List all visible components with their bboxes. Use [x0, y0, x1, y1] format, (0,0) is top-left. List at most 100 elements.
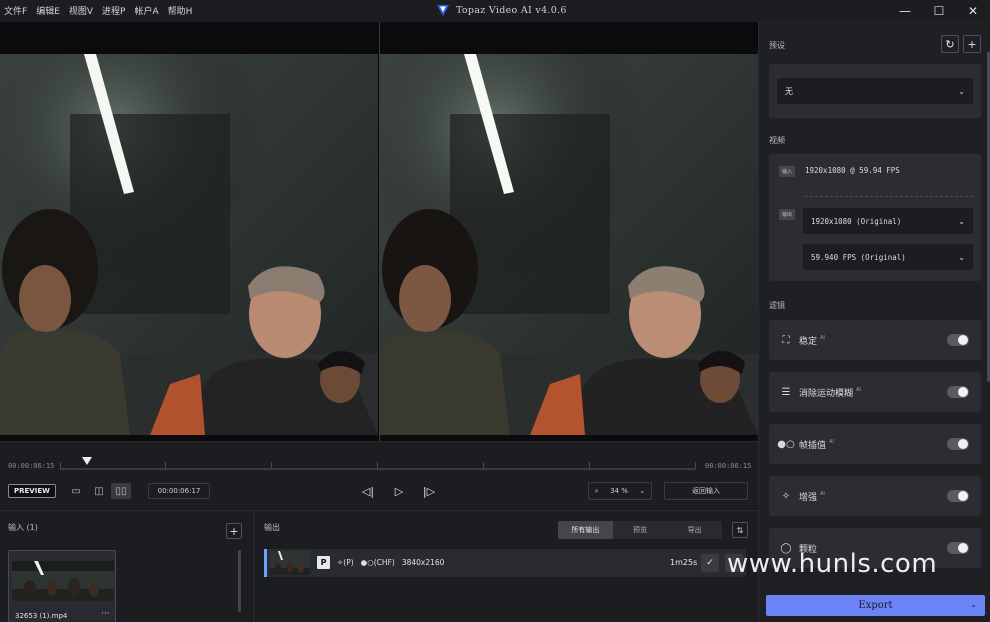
timeline-track[interactable]	[60, 468, 696, 470]
add-input-button[interactable]: +	[226, 523, 242, 539]
filter-motion-deblur[interactable]: ☰ 消除运动模糊 AI	[769, 372, 981, 412]
output-fps-value: 59.940 FPS (Original)	[811, 252, 906, 262]
output-tag: 输出	[779, 209, 795, 220]
single-view-icon: ▭	[71, 485, 81, 497]
split-view-button[interactable]: ◫	[89, 483, 109, 499]
filter-label-group: 稳定 AI	[799, 334, 825, 347]
stabilization-toggle[interactable]	[947, 334, 969, 346]
side-by-side-view-button[interactable]: ▯▯	[111, 483, 131, 499]
menu-bar: 文件F 编辑E 视图V 进程P 帐户A 帮助H	[4, 4, 192, 17]
video-viewer[interactable]	[0, 22, 758, 441]
close-button[interactable]: ✕	[956, 0, 990, 22]
output-done-button[interactable]: ✓	[701, 554, 719, 572]
output-duration: 1m25s	[670, 558, 698, 567]
prev-frame-button[interactable]: ◁|	[358, 483, 378, 499]
motion-deblur-toggle[interactable]	[947, 386, 969, 398]
playhead[interactable]	[82, 457, 92, 465]
preview-button[interactable]: PREVIEW	[8, 484, 56, 498]
original-frame	[0, 54, 378, 435]
topaz-logo-icon	[437, 5, 449, 16]
menu-view[interactable]: 视图V	[69, 4, 93, 17]
add-preset-button[interactable]: +	[963, 35, 981, 53]
input-file-name: 32653 (1).mp4	[15, 612, 68, 620]
play-button[interactable]: ▷	[389, 483, 409, 499]
output-resolution-select[interactable]: 1920x1080 (Original) ⌄	[803, 208, 973, 234]
enhancement-toggle[interactable]	[947, 490, 969, 502]
filter-enhancement[interactable]: ✧ 增强 AI	[769, 476, 981, 516]
stabilize-icon: ⛶	[782, 334, 790, 346]
chevron-down-icon: ⌄	[958, 216, 965, 226]
settings-sidebar: 预设 ↻ + 无 ⌄ 视频 输入 1920x1080 @ 59.94 FPS 输…	[758, 22, 990, 622]
tab-previews[interactable]: 预览	[613, 521, 668, 539]
filter-stabilization[interactable]: ⛶ 稳定 AI	[769, 320, 981, 360]
enhance-icon: ✧	[781, 490, 791, 502]
grain-toggle[interactable]	[947, 542, 969, 554]
zoom-select[interactable]: ⌕ 34 % ⌄	[588, 482, 652, 500]
frame-interpolation-toggle[interactable]	[947, 438, 969, 450]
output-fps-select[interactable]: 59.940 FPS (Original) ⌄	[803, 244, 973, 270]
return-to-input-button[interactable]: 返回输入	[664, 482, 748, 500]
tab-all-outputs[interactable]: 所有输出	[558, 521, 613, 539]
current-time-field[interactable]: 00:00:06:17	[148, 483, 210, 499]
next-frame-button[interactable]: |▷	[419, 483, 439, 499]
window-controls: — ☐ ✕	[888, 0, 990, 22]
outputs-title: 输出	[264, 523, 280, 532]
input-file-card[interactable]: 32653 (1).mp4 ···	[8, 550, 116, 622]
chevron-down-icon: ⌄	[639, 487, 646, 495]
filter-frame-interpolation[interactable]: ●○ 帧插值 AI	[769, 424, 981, 464]
input-more-button[interactable]: ···	[101, 609, 110, 619]
frame-interpolation-icon: ●○	[777, 438, 795, 450]
check-icon: ✓	[706, 558, 714, 568]
inputs-panel: 输入 (1) + 32653 (1).mp4 ···	[0, 510, 252, 622]
filter-label-group: 消除运动模糊 AI	[799, 386, 861, 399]
preset-select[interactable]: 无 ⌄	[777, 78, 973, 104]
end-timecode: 00:00:06:15	[705, 462, 752, 470]
maximize-button[interactable]: ☐	[922, 0, 956, 22]
input-thumbnail	[12, 561, 114, 601]
ai-tag: AI	[829, 439, 834, 445]
chevron-down-icon[interactable]: ⌄	[970, 600, 977, 609]
zoom-value: 34 %	[610, 487, 628, 495]
filter-label: 稳定	[799, 337, 818, 347]
preview-video-frame	[380, 54, 758, 435]
outputs-panel: 输出 所有输出 预览 导出 ⇅ P ✧(P) ●○(CHF) 3840x2160	[253, 510, 758, 622]
filter-label-group: 增强 AI	[799, 490, 825, 503]
chevron-down-icon: ⌄	[958, 252, 965, 262]
original-video-frame	[0, 54, 378, 435]
minimize-button[interactable]: —	[888, 0, 922, 22]
timeline-tick	[483, 462, 484, 468]
single-view-button[interactable]: ▭	[66, 483, 86, 499]
app-title-text: Topaz Video AI v4.0.6	[456, 4, 567, 16]
inputs-scrollbar[interactable]	[238, 550, 241, 612]
output-model-1: ✧(P)	[337, 558, 354, 567]
menu-process[interactable]: 进程P	[102, 4, 125, 17]
filter-label: 帧插值	[799, 441, 827, 451]
sort-button[interactable]: ⇅	[732, 522, 748, 538]
video-panel: 输入 1920x1080 @ 59.94 FPS 输出 1920x1080 (O…	[769, 154, 981, 281]
export-button[interactable]: Export ⌄	[766, 595, 985, 616]
input-tag: 输入	[779, 166, 795, 177]
filter-label: 消除运动模糊	[799, 389, 854, 399]
filters-label: 滤镜	[769, 301, 785, 310]
reset-preset-button[interactable]: ↻	[941, 35, 959, 53]
menu-edit[interactable]: 编辑E	[36, 4, 60, 17]
filter-label: 增强	[799, 493, 818, 503]
menu-file[interactable]: 文件F	[4, 4, 27, 17]
timeline-tick	[165, 462, 166, 468]
step-back-icon: ◁|	[361, 484, 375, 498]
active-row-indicator	[264, 549, 267, 577]
tab-exports[interactable]: 导出	[667, 521, 722, 539]
chevron-down-icon: ⌄	[958, 86, 965, 96]
preset-panel: 无 ⌄	[769, 64, 981, 118]
ai-tag: AI	[820, 491, 825, 497]
timeline-tick	[695, 462, 696, 468]
inputs-title: 输入 (1)	[8, 523, 38, 532]
menu-help[interactable]: 帮助H	[168, 4, 193, 17]
ai-tag: AI	[856, 387, 861, 393]
menu-account[interactable]: 帐户A	[134, 4, 158, 17]
output-row[interactable]: P ✧(P) ●○(CHF) 3840x2160 1m25s ✓	[264, 549, 746, 577]
preset-label: 预设	[769, 41, 785, 50]
timeline-tick	[60, 462, 61, 468]
timeline-tick	[589, 462, 590, 468]
output-resolution-value: 1920x1080 (Original)	[811, 216, 902, 226]
